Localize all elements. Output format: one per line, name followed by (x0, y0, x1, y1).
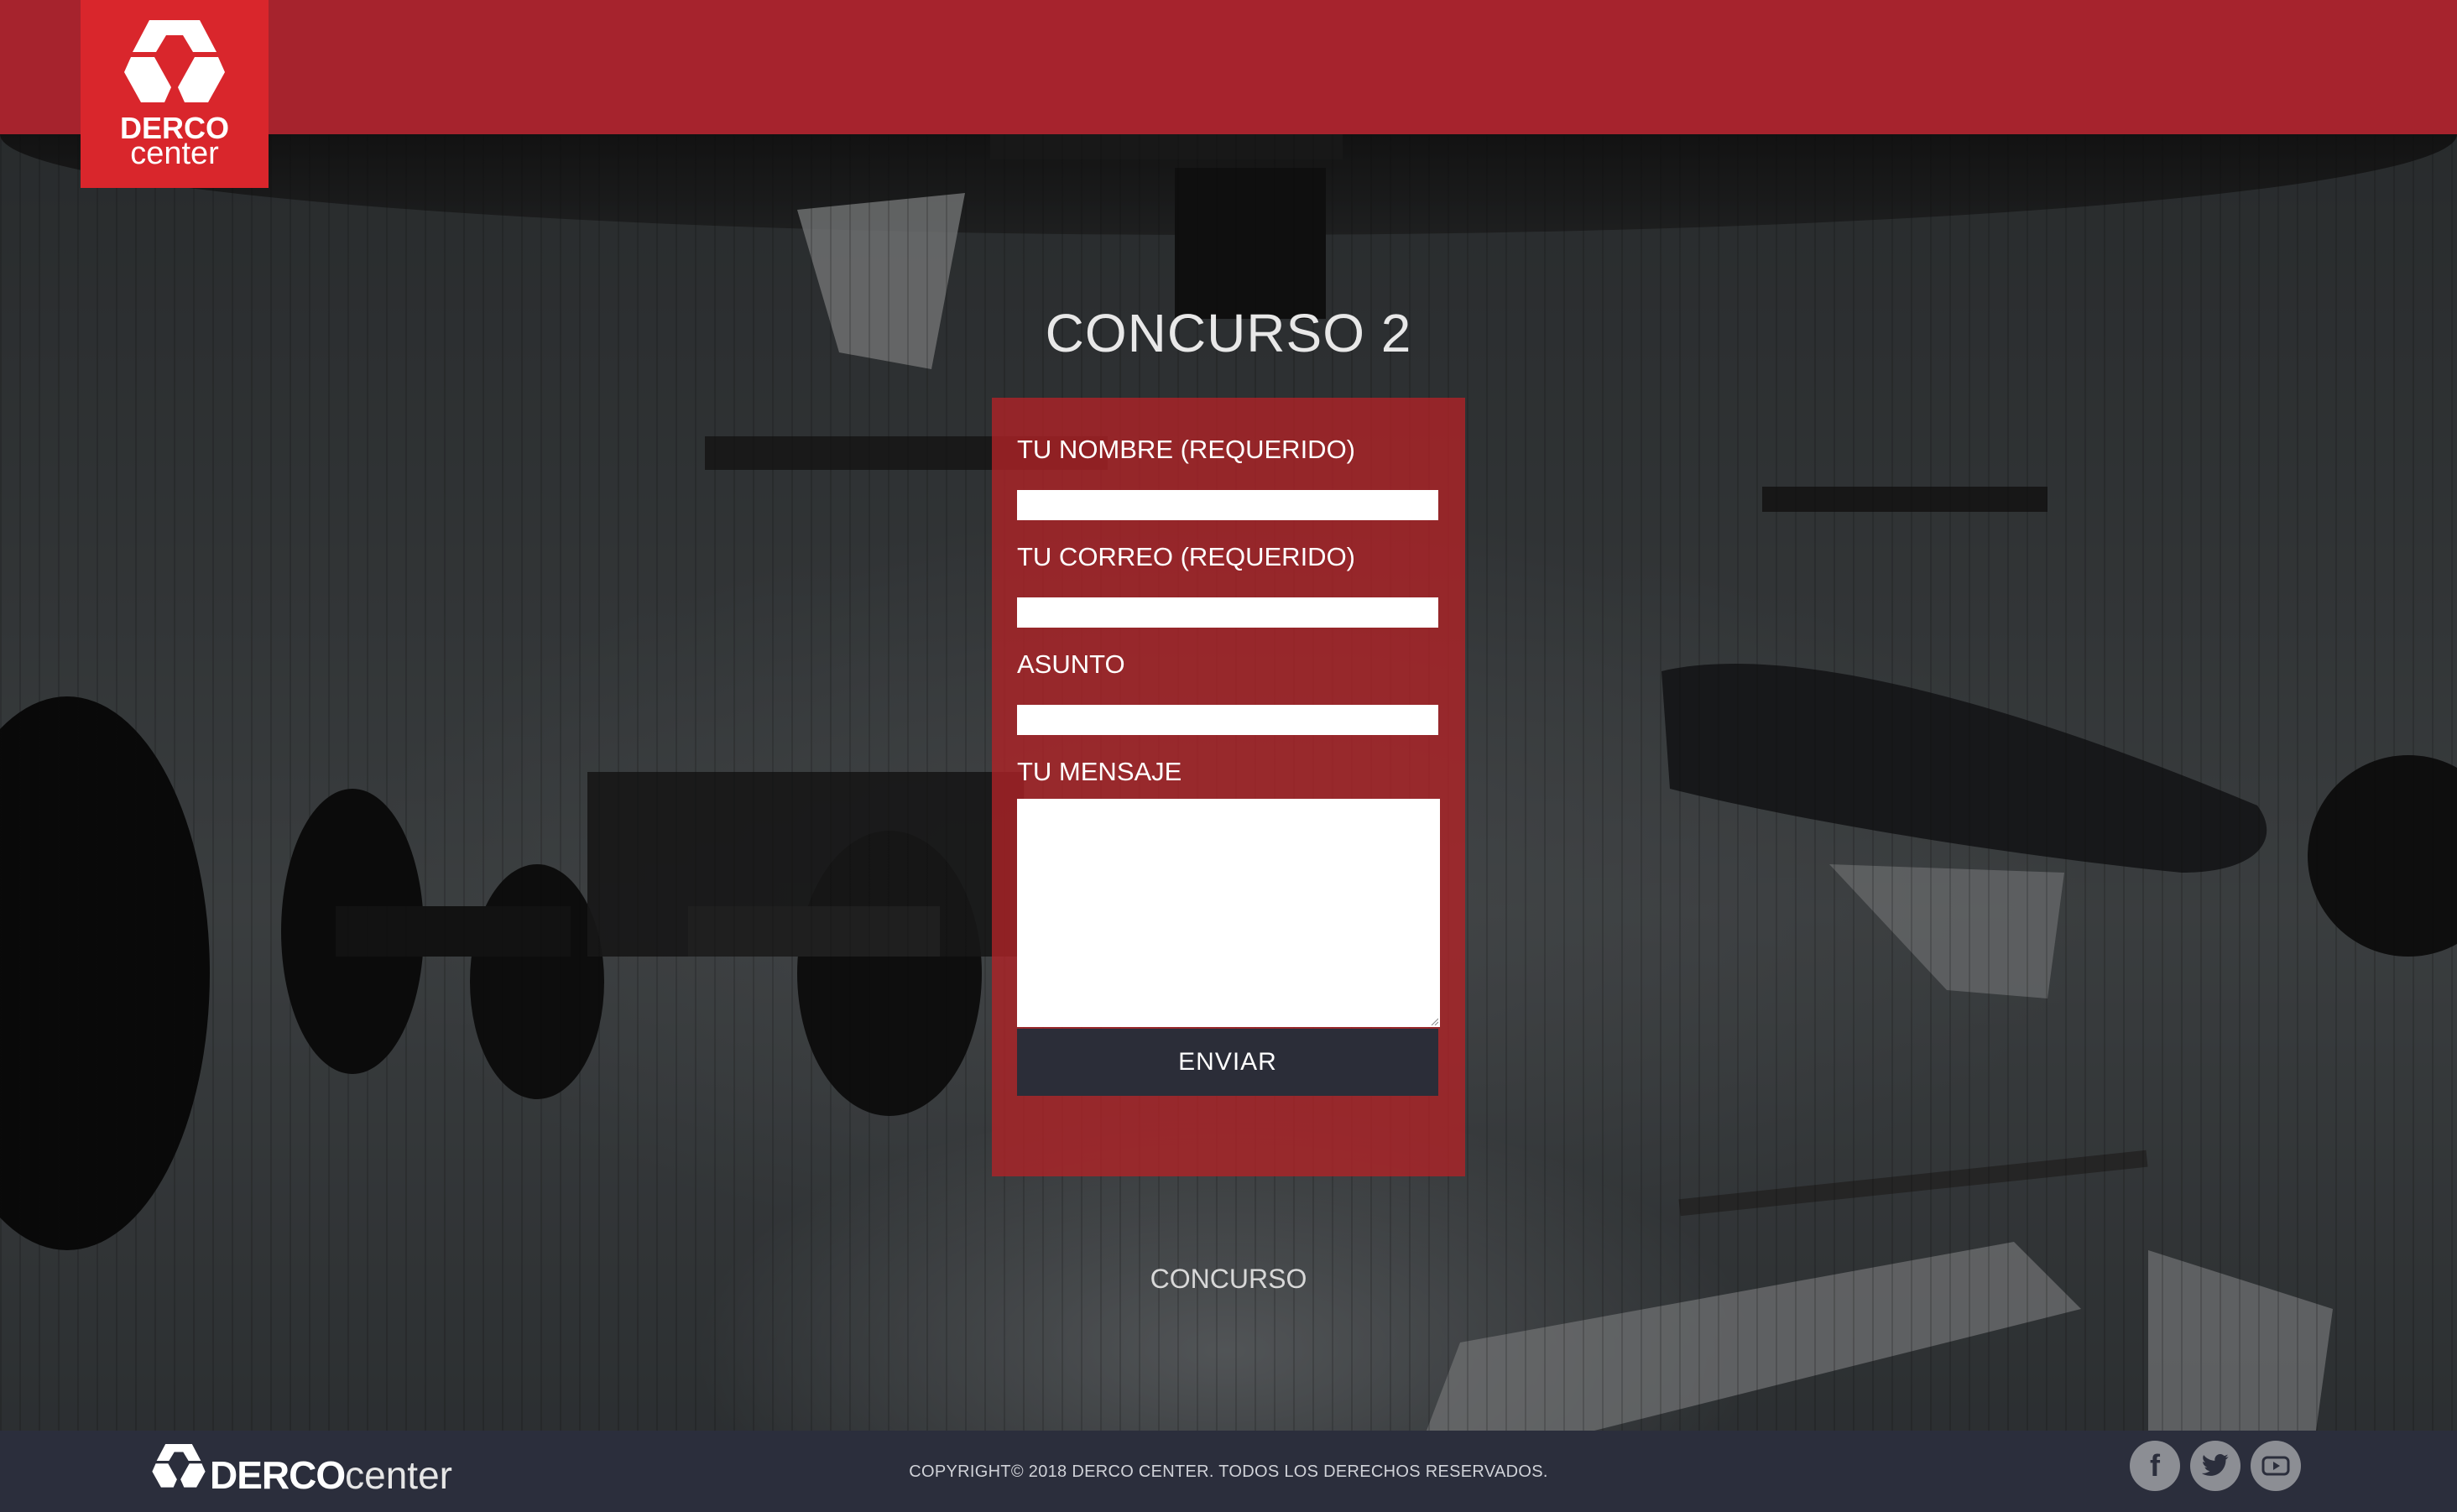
youtube-button[interactable] (2251, 1441, 2301, 1491)
page-title: CONCURSO 2 (1045, 303, 1412, 363)
resize-grip-icon[interactable] (1430, 1017, 1438, 1025)
message-label: TU MENSAJE (1017, 757, 1182, 786)
site-header (0, 0, 2457, 134)
email-label: TU CORREO (REQUERIDO) (1017, 542, 1355, 571)
name-input[interactable] (1017, 490, 1438, 520)
twitter-button[interactable] (2190, 1441, 2241, 1491)
page: DERCO center CONCURSO 2 TU NOMBRE (REQUE… (0, 0, 2457, 1512)
concurso-link[interactable]: CONCURSO (0, 1264, 2457, 1295)
twitter-icon (2201, 1453, 2229, 1476)
copyright-text: COPYRIGHT© 2018 DERCO CENTER. TODOS LOS … (909, 1462, 1548, 1481)
logo-text-center: center (130, 136, 219, 171)
facebook-button[interactable]: f (2130, 1441, 2180, 1491)
youtube-icon (2261, 1456, 2290, 1476)
message-textarea[interactable] (1017, 799, 1440, 1027)
subject-label: ASUNTO (1017, 649, 1125, 679)
derco-logo-icon (124, 20, 225, 102)
submit-button[interactable]: ENVIAR (1017, 1029, 1438, 1096)
facebook-icon: f (2150, 1448, 2160, 1483)
name-label: TU NOMBRE (REQUERIDO) (1017, 435, 1355, 464)
site-logo[interactable]: DERCO center (81, 0, 269, 188)
site-footer: DERCOcenter COPYRIGHT© 2018 DERCO CENTER… (0, 1431, 2457, 1512)
email-input[interactable] (1017, 597, 1438, 628)
subject-input[interactable] (1017, 705, 1438, 735)
contact-form: TU NOMBRE (REQUERIDO) TU CORREO (REQUERI… (992, 398, 1465, 1176)
